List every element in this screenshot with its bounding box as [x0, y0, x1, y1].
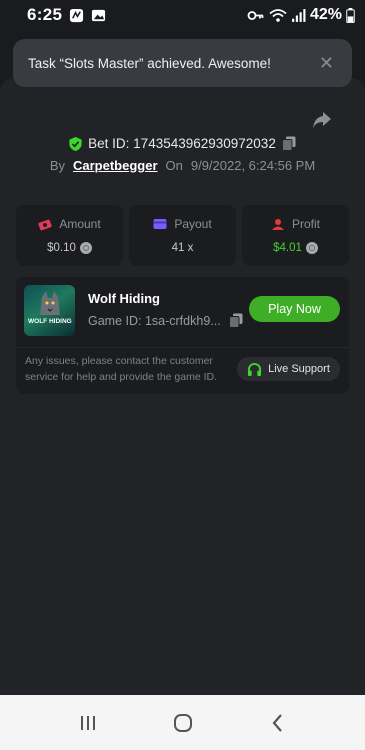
wifi-icon	[269, 8, 287, 22]
bet-datetime: 9/9/2022, 6:24:56 PM	[190, 158, 316, 173]
achievement-toast: Task “Slots Master” achieved. Awesome! ✕	[13, 39, 352, 87]
play-now-button[interactable]: Play Now	[249, 296, 340, 322]
stat-payout-label: Payout	[174, 217, 212, 231]
headset-icon	[248, 362, 262, 376]
game-id-row: Game ID: 1sa-crfdkh9...	[88, 313, 243, 328]
stat-profit-value: $4.01	[273, 242, 302, 254]
payout-icon	[153, 219, 167, 229]
coin-icon	[79, 242, 92, 254]
battery-percent: 42%	[309, 6, 342, 23]
signal-icon	[292, 8, 306, 22]
stat-profit-label: Profit	[291, 217, 320, 231]
close-icon[interactable]: ✕	[319, 53, 334, 74]
home-icon[interactable]	[171, 711, 195, 735]
stat-amount: Amount $0.10	[16, 205, 123, 266]
by-label: By	[49, 158, 65, 173]
notification-app-icon	[70, 8, 84, 22]
status-bar: 6:25 42%	[0, 0, 365, 30]
key-icon	[247, 10, 264, 20]
thumb-title: WOLF HIDING	[28, 318, 72, 325]
stat-payout: Payout 41 x	[129, 205, 236, 266]
bet-id-row: Bet ID: 1743543962930972032	[0, 136, 365, 151]
android-nav-bar	[0, 695, 365, 750]
status-time: 6:25	[27, 5, 63, 24]
amount-icon	[38, 219, 52, 230]
toast-message: Task “Slots Master” achieved. Awesome!	[28, 55, 271, 71]
live-support-button[interactable]: Live Support	[237, 357, 340, 381]
support-text: Any issues, please contact the customer …	[25, 355, 218, 383]
live-support-label: Live Support	[268, 363, 330, 375]
stat-amount-value: $0.10	[47, 242, 76, 254]
game-card: WOLF HIDING Wolf Hiding Game ID: 1sa-crf…	[16, 277, 349, 394]
stat-profit: Profit $4.01	[242, 205, 349, 266]
game-name: Wolf Hiding	[88, 291, 160, 306]
battery-icon	[346, 7, 355, 23]
wolf-image	[40, 291, 60, 315]
on-label: On	[165, 158, 183, 173]
bet-id: Bet ID: 1743543962930972032	[88, 136, 276, 151]
copy-icon[interactable]	[228, 313, 243, 328]
coin-icon	[305, 242, 318, 254]
bet-meta-row: By Carpetbegger On 9/9/2022, 6:24:56 PM	[0, 158, 365, 173]
stat-payout-value: 41 x	[171, 242, 194, 254]
recent-apps-icon[interactable]	[76, 711, 100, 735]
gallery-icon	[92, 9, 106, 21]
verified-shield-icon	[69, 136, 82, 151]
back-icon[interactable]	[266, 711, 290, 735]
game-id: Game ID: 1sa-crfdkh9...	[88, 313, 221, 328]
stat-amount-label: Amount	[59, 217, 101, 231]
copy-icon[interactable]	[281, 136, 296, 151]
game-thumbnail[interactable]: WOLF HIDING	[24, 285, 75, 336]
share-icon[interactable]	[312, 111, 332, 129]
divider	[16, 347, 349, 348]
username-link[interactable]: Carpetbegger	[73, 158, 158, 173]
profit-icon	[271, 218, 284, 230]
